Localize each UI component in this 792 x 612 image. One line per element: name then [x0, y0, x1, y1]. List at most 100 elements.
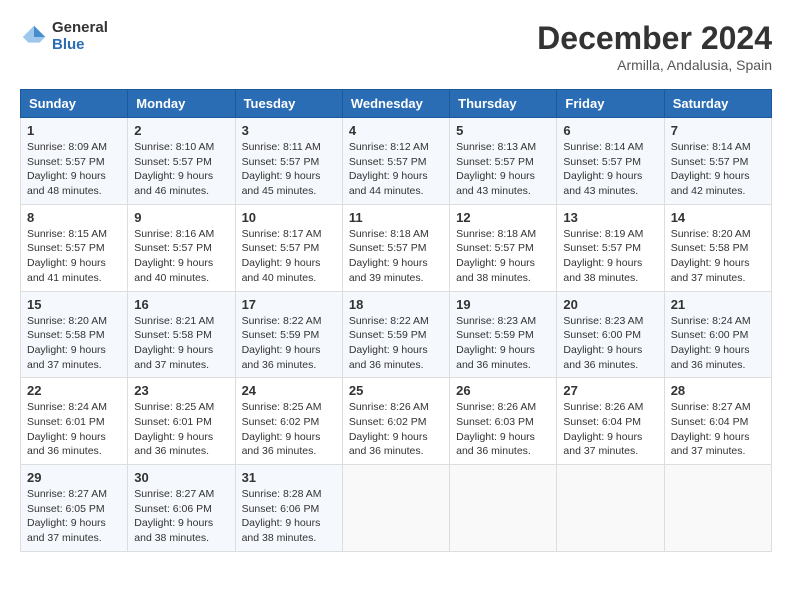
calendar-cell: 10 Sunrise: 8:17 AM Sunset: 5:57 PM Dayl…: [235, 204, 342, 291]
day-info: Sunrise: 8:14 AM Sunset: 5:57 PM Dayligh…: [563, 140, 657, 199]
calendar-week-1: 1 Sunrise: 8:09 AM Sunset: 5:57 PM Dayli…: [21, 118, 772, 205]
day-number: 3: [242, 123, 336, 138]
calendar-cell: 20 Sunrise: 8:23 AM Sunset: 6:00 PM Dayl…: [557, 291, 664, 378]
calendar-table: Sunday Monday Tuesday Wednesday Thursday…: [20, 89, 772, 552]
header-row: Sunday Monday Tuesday Wednesday Thursday…: [21, 90, 772, 118]
calendar-cell: 29 Sunrise: 8:27 AM Sunset: 6:05 PM Dayl…: [21, 465, 128, 552]
calendar-cell: 22 Sunrise: 8:24 AM Sunset: 6:01 PM Dayl…: [21, 378, 128, 465]
calendar-body: 1 Sunrise: 8:09 AM Sunset: 5:57 PM Dayli…: [21, 118, 772, 552]
day-info: Sunrise: 8:20 AM Sunset: 5:58 PM Dayligh…: [671, 227, 765, 286]
month-title: December 2024: [537, 20, 772, 57]
page-header: General Blue December 2024 Armilla, Anda…: [20, 20, 772, 73]
calendar-cell: 1 Sunrise: 8:09 AM Sunset: 5:57 PM Dayli…: [21, 118, 128, 205]
day-number: 12: [456, 210, 550, 225]
day-number: 14: [671, 210, 765, 225]
calendar-header: Sunday Monday Tuesday Wednesday Thursday…: [21, 90, 772, 118]
day-number: 17: [242, 297, 336, 312]
day-number: 23: [134, 383, 228, 398]
day-info: Sunrise: 8:19 AM Sunset: 5:57 PM Dayligh…: [563, 227, 657, 286]
day-number: 16: [134, 297, 228, 312]
calendar-cell: 5 Sunrise: 8:13 AM Sunset: 5:57 PM Dayli…: [450, 118, 557, 205]
day-number: 30: [134, 470, 228, 485]
calendar-cell: 18 Sunrise: 8:22 AM Sunset: 5:59 PM Dayl…: [342, 291, 449, 378]
logo-general-text: General: [52, 20, 108, 37]
day-info: Sunrise: 8:17 AM Sunset: 5:57 PM Dayligh…: [242, 227, 336, 286]
location: Armilla, Andalusia, Spain: [537, 57, 772, 73]
calendar-cell: 9 Sunrise: 8:16 AM Sunset: 5:57 PM Dayli…: [128, 204, 235, 291]
calendar-cell: 27 Sunrise: 8:26 AM Sunset: 6:04 PM Dayl…: [557, 378, 664, 465]
day-number: 15: [27, 297, 121, 312]
calendar-cell: 6 Sunrise: 8:14 AM Sunset: 5:57 PM Dayli…: [557, 118, 664, 205]
day-number: 24: [242, 383, 336, 398]
day-number: 22: [27, 383, 121, 398]
calendar-week-5: 29 Sunrise: 8:27 AM Sunset: 6:05 PM Dayl…: [21, 465, 772, 552]
day-number: 1: [27, 123, 121, 138]
day-number: 6: [563, 123, 657, 138]
calendar-week-2: 8 Sunrise: 8:15 AM Sunset: 5:57 PM Dayli…: [21, 204, 772, 291]
calendar-cell: [450, 465, 557, 552]
day-number: 28: [671, 383, 765, 398]
day-info: Sunrise: 8:21 AM Sunset: 5:58 PM Dayligh…: [134, 314, 228, 373]
day-number: 31: [242, 470, 336, 485]
day-info: Sunrise: 8:26 AM Sunset: 6:04 PM Dayligh…: [563, 400, 657, 459]
day-number: 5: [456, 123, 550, 138]
day-number: 27: [563, 383, 657, 398]
day-number: 21: [671, 297, 765, 312]
day-number: 11: [349, 210, 443, 225]
day-info: Sunrise: 8:28 AM Sunset: 6:06 PM Dayligh…: [242, 487, 336, 546]
calendar-cell: [664, 465, 771, 552]
day-info: Sunrise: 8:09 AM Sunset: 5:57 PM Dayligh…: [27, 140, 121, 199]
calendar-cell: 11 Sunrise: 8:18 AM Sunset: 5:57 PM Dayl…: [342, 204, 449, 291]
col-sunday: Sunday: [21, 90, 128, 118]
day-number: 19: [456, 297, 550, 312]
calendar-cell: 14 Sunrise: 8:20 AM Sunset: 5:58 PM Dayl…: [664, 204, 771, 291]
col-monday: Monday: [128, 90, 235, 118]
col-friday: Friday: [557, 90, 664, 118]
calendar-cell: 7 Sunrise: 8:14 AM Sunset: 5:57 PM Dayli…: [664, 118, 771, 205]
calendar-cell: 13 Sunrise: 8:19 AM Sunset: 5:57 PM Dayl…: [557, 204, 664, 291]
day-info: Sunrise: 8:27 AM Sunset: 6:04 PM Dayligh…: [671, 400, 765, 459]
title-block: December 2024 Armilla, Andalusia, Spain: [537, 20, 772, 73]
calendar-cell: 8 Sunrise: 8:15 AM Sunset: 5:57 PM Dayli…: [21, 204, 128, 291]
calendar-cell: 31 Sunrise: 8:28 AM Sunset: 6:06 PM Dayl…: [235, 465, 342, 552]
col-tuesday: Tuesday: [235, 90, 342, 118]
day-info: Sunrise: 8:20 AM Sunset: 5:58 PM Dayligh…: [27, 314, 121, 373]
day-info: Sunrise: 8:11 AM Sunset: 5:57 PM Dayligh…: [242, 140, 336, 199]
calendar-cell: 23 Sunrise: 8:25 AM Sunset: 6:01 PM Dayl…: [128, 378, 235, 465]
calendar-week-4: 22 Sunrise: 8:24 AM Sunset: 6:01 PM Dayl…: [21, 378, 772, 465]
calendar-cell: 19 Sunrise: 8:23 AM Sunset: 5:59 PM Dayl…: [450, 291, 557, 378]
day-info: Sunrise: 8:15 AM Sunset: 5:57 PM Dayligh…: [27, 227, 121, 286]
logo-text: General Blue: [52, 20, 108, 53]
day-number: 20: [563, 297, 657, 312]
day-number: 26: [456, 383, 550, 398]
calendar-cell: [557, 465, 664, 552]
day-info: Sunrise: 8:14 AM Sunset: 5:57 PM Dayligh…: [671, 140, 765, 199]
day-info: Sunrise: 8:23 AM Sunset: 6:00 PM Dayligh…: [563, 314, 657, 373]
day-info: Sunrise: 8:16 AM Sunset: 5:57 PM Dayligh…: [134, 227, 228, 286]
logo-blue-text: Blue: [52, 37, 108, 54]
calendar-cell: 17 Sunrise: 8:22 AM Sunset: 5:59 PM Dayl…: [235, 291, 342, 378]
calendar-cell: 28 Sunrise: 8:27 AM Sunset: 6:04 PM Dayl…: [664, 378, 771, 465]
day-info: Sunrise: 8:10 AM Sunset: 5:57 PM Dayligh…: [134, 140, 228, 199]
calendar-cell: 4 Sunrise: 8:12 AM Sunset: 5:57 PM Dayli…: [342, 118, 449, 205]
day-info: Sunrise: 8:27 AM Sunset: 6:05 PM Dayligh…: [27, 487, 121, 546]
calendar-cell: 12 Sunrise: 8:18 AM Sunset: 5:57 PM Dayl…: [450, 204, 557, 291]
calendar-cell: 16 Sunrise: 8:21 AM Sunset: 5:58 PM Dayl…: [128, 291, 235, 378]
calendar-cell: 30 Sunrise: 8:27 AM Sunset: 6:06 PM Dayl…: [128, 465, 235, 552]
calendar-cell: 21 Sunrise: 8:24 AM Sunset: 6:00 PM Dayl…: [664, 291, 771, 378]
day-number: 4: [349, 123, 443, 138]
day-info: Sunrise: 8:26 AM Sunset: 6:03 PM Dayligh…: [456, 400, 550, 459]
calendar-week-3: 15 Sunrise: 8:20 AM Sunset: 5:58 PM Dayl…: [21, 291, 772, 378]
col-saturday: Saturday: [664, 90, 771, 118]
day-number: 18: [349, 297, 443, 312]
calendar-cell: 2 Sunrise: 8:10 AM Sunset: 5:57 PM Dayli…: [128, 118, 235, 205]
day-info: Sunrise: 8:27 AM Sunset: 6:06 PM Dayligh…: [134, 487, 228, 546]
day-number: 2: [134, 123, 228, 138]
day-info: Sunrise: 8:18 AM Sunset: 5:57 PM Dayligh…: [349, 227, 443, 286]
day-info: Sunrise: 8:25 AM Sunset: 6:01 PM Dayligh…: [134, 400, 228, 459]
day-info: Sunrise: 8:24 AM Sunset: 6:00 PM Dayligh…: [671, 314, 765, 373]
day-number: 10: [242, 210, 336, 225]
col-wednesday: Wednesday: [342, 90, 449, 118]
day-info: Sunrise: 8:23 AM Sunset: 5:59 PM Dayligh…: [456, 314, 550, 373]
logo: General Blue: [20, 20, 108, 53]
